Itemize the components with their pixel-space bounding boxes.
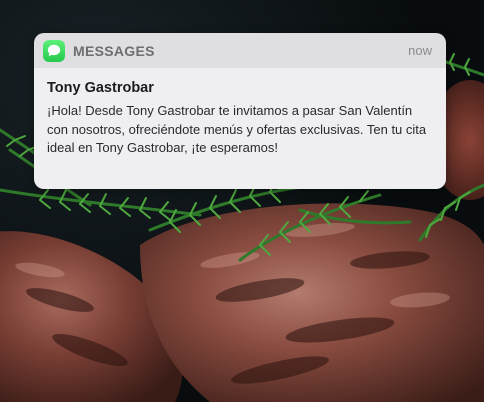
message-bubble-icon — [43, 39, 65, 62]
notification-body: Tony Gastrobar ¡Hola! Desde Tony Gastrob… — [34, 68, 446, 189]
notification-time: now — [408, 43, 432, 58]
sender-name: Tony Gastrobar — [47, 80, 154, 96]
app-name: MESSAGES — [73, 42, 155, 59]
message-notification[interactable]: MESSAGES now Tony Gastrobar ¡Hola! Desde… — [34, 33, 446, 189]
message-text: ¡Hola! Desde Tony Gastrobar te invitamos… — [47, 103, 427, 155]
notification-header: MESSAGES now — [34, 33, 446, 68]
lock-screen: MESSAGES now Tony Gastrobar ¡Hola! Desde… — [0, 0, 484, 402]
